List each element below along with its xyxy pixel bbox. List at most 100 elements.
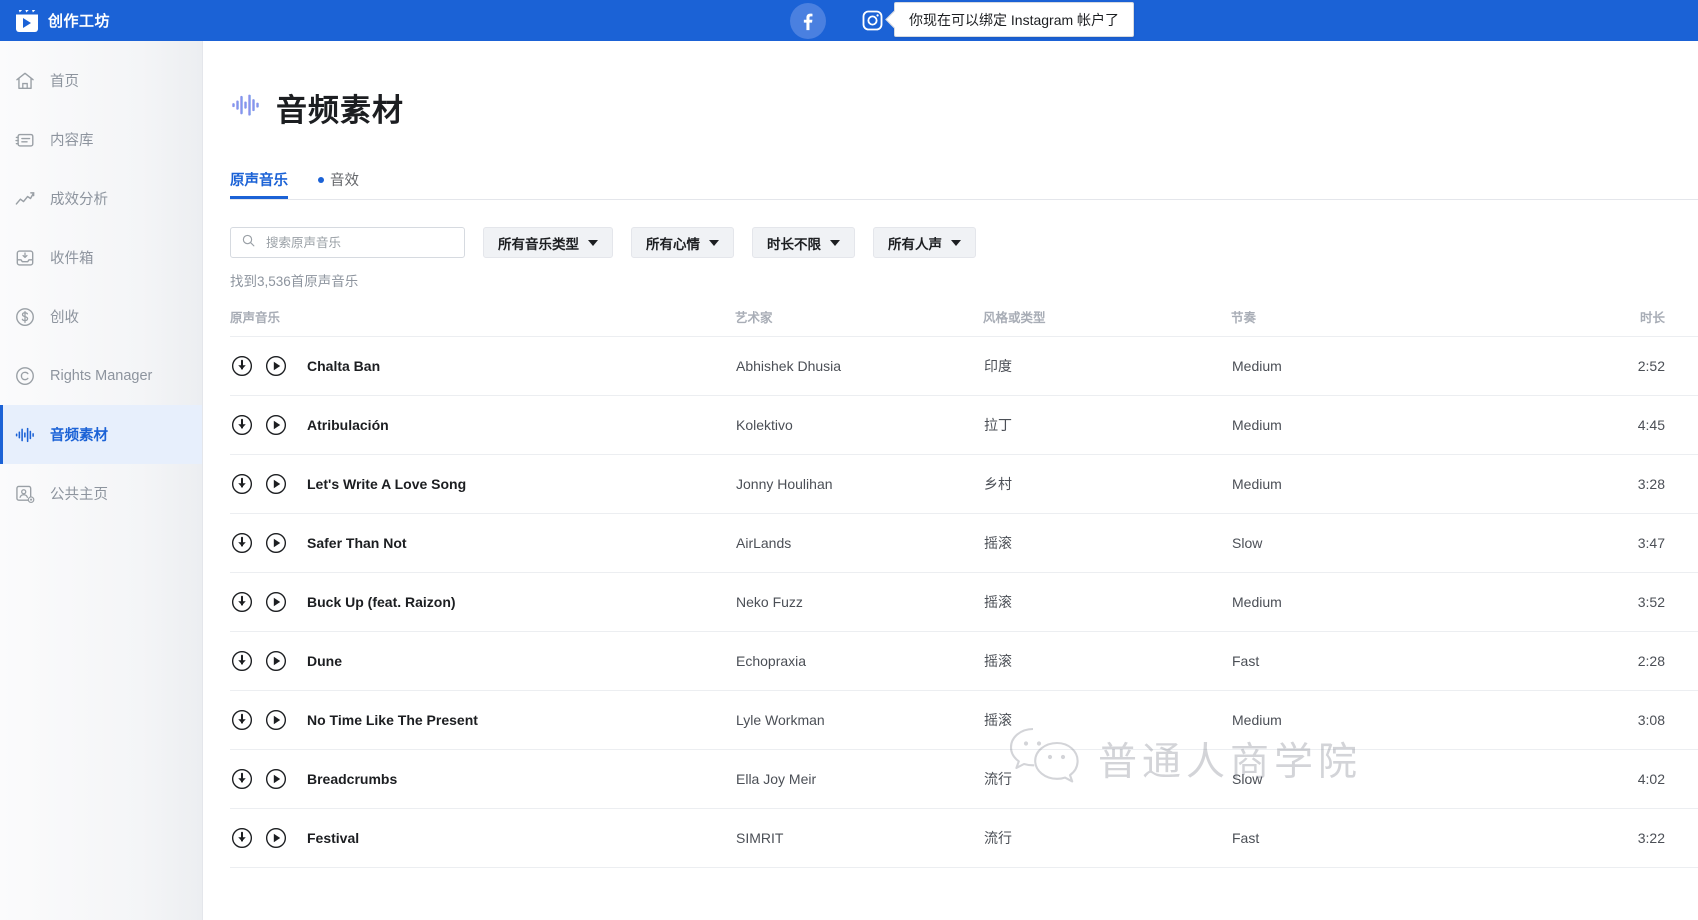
sidebar-item-label: 收件箱 xyxy=(50,251,94,267)
play-circle-icon[interactable] xyxy=(265,473,287,495)
play-circle-icon[interactable] xyxy=(265,768,287,790)
cell-genre: 印度 xyxy=(984,358,1012,374)
play-circle-icon[interactable] xyxy=(265,650,287,672)
copyright-icon xyxy=(14,365,36,387)
play-circle-icon[interactable] xyxy=(265,591,287,613)
track-title: Chalta Ban xyxy=(307,358,381,374)
cell-title: Breadcrumbs xyxy=(230,750,735,809)
social-icons xyxy=(790,0,884,41)
cell-tempo: Fast xyxy=(1232,653,1260,669)
search-input[interactable] xyxy=(264,234,454,251)
cell-duration: 2:28 xyxy=(1637,653,1665,669)
download-circle-icon[interactable] xyxy=(231,532,253,554)
cell-tempo: Medium xyxy=(1232,594,1282,610)
chevron-down-icon xyxy=(830,239,840,246)
audio-waveform-icon xyxy=(14,424,36,446)
search-box[interactable] xyxy=(230,227,465,258)
sidebar: 首页 内容库 成效分析 收件箱 创收 Rights Manager 音频素材 公… xyxy=(0,41,203,920)
filter-vocals[interactable]: 所有人声 xyxy=(873,227,976,258)
sidebar-item-rights-manager[interactable]: Rights Manager xyxy=(0,346,202,405)
track-title: Festival xyxy=(307,830,360,846)
facebook-icon[interactable] xyxy=(790,2,826,39)
cell-genre: 摇滚 xyxy=(984,535,1012,551)
table-row[interactable]: Chalta Ban Abhishek Dhusia 印度 Medium 2:52 xyxy=(230,337,1698,396)
cell-duration: 3:47 xyxy=(1637,535,1665,551)
page-header: 音频素材 xyxy=(203,41,1698,130)
cell-genre: 摇滚 xyxy=(984,712,1012,728)
cell-tempo: Slow xyxy=(1232,535,1263,551)
cell-genre: 摇滚 xyxy=(984,653,1012,669)
download-circle-icon[interactable] xyxy=(231,473,253,495)
sidebar-item-content-library[interactable]: 内容库 xyxy=(0,110,202,169)
table-row[interactable]: Atribulación Kolektivo 拉丁 Medium 4:45 xyxy=(230,396,1698,455)
sidebar-item-monetization[interactable]: 创收 xyxy=(0,287,202,346)
play-circle-icon[interactable] xyxy=(265,827,287,849)
tab-original-music[interactable]: 原声音乐 xyxy=(230,169,288,199)
track-title: Breadcrumbs xyxy=(307,771,398,787)
cell-title: Let's Write A Love Song xyxy=(230,455,735,514)
new-badge-dot xyxy=(318,176,324,183)
sidebar-item-analytics[interactable]: 成效分析 xyxy=(0,169,202,228)
filter-mood[interactable]: 所有心情 xyxy=(631,227,734,258)
sidebar-item-audio-library[interactable]: 音频素材 xyxy=(0,405,202,464)
cell-artist: Echopraxia xyxy=(736,653,807,669)
cell-tempo: Medium xyxy=(1232,476,1282,492)
table-header: 原声音乐 艺术家 风格或类型 节奏 时长 xyxy=(230,307,1698,337)
tab-bar: 原声音乐 音效 xyxy=(230,166,1698,200)
play-circle-icon[interactable] xyxy=(265,709,287,731)
download-circle-icon[interactable] xyxy=(231,768,253,790)
main-content: 音频素材 原声音乐 音效 所有音乐类型 所有心情 时长不限 xyxy=(203,41,1698,920)
cell-title: Atribulación xyxy=(230,396,735,455)
cell-artist: AirLands xyxy=(736,535,792,551)
table-row[interactable]: Festival SIMRIT 流行 Fast 3:22 xyxy=(230,809,1698,868)
instagram-icon[interactable] xyxy=(860,9,884,33)
table-row[interactable]: Safer Than Not AirLands 摇滚 Slow 3:47 xyxy=(230,514,1698,573)
home-icon xyxy=(14,70,36,92)
filter-music-type[interactable]: 所有音乐类型 xyxy=(483,227,613,258)
table-row[interactable]: Dune Echopraxia 摇滚 Fast 2:28 xyxy=(230,632,1698,691)
sidebar-item-label: 创收 xyxy=(50,310,79,326)
download-circle-icon[interactable] xyxy=(231,650,253,672)
result-count: 找到3,536首原声音乐 xyxy=(230,274,359,289)
brand[interactable]: 创作工坊 xyxy=(16,9,110,32)
tab-label: 音效 xyxy=(330,173,359,189)
top-bar: 创作工坊 你现在可以绑定 Instagram 帐户了 xyxy=(0,0,1698,41)
cell-genre: 流行 xyxy=(984,771,1012,787)
tab-sound-effects[interactable]: 音效 xyxy=(318,169,359,199)
play-circle-icon[interactable] xyxy=(265,355,287,377)
filter-label: 所有人声 xyxy=(888,236,942,252)
play-circle-icon[interactable] xyxy=(265,414,287,436)
table-row[interactable]: Buck Up (feat. Raizon) Neko Fuzz 摇滚 Medium 3… xyxy=(230,573,1698,632)
play-circle-icon[interactable] xyxy=(265,532,287,554)
cell-title: Safer Than Not xyxy=(230,514,735,573)
download-circle-icon[interactable] xyxy=(231,827,253,849)
table-row[interactable]: No Time Like The Present Lyle Workman 摇滚 Me… xyxy=(230,691,1698,750)
table-row[interactable]: Breadcrumbs Ella Joy Meir 流行 Slow 4:02 xyxy=(230,750,1698,809)
table-header-row: 原声音乐 艺术家 风格或类型 节奏 时长 xyxy=(230,307,1698,337)
filter-duration[interactable]: 时长不限 xyxy=(752,227,855,258)
search-icon xyxy=(241,233,256,253)
sidebar-item-home[interactable]: 首页 xyxy=(0,51,202,110)
cell-duration: 3:08 xyxy=(1637,712,1665,728)
track-title: Safer Than Not xyxy=(307,535,407,551)
table-row[interactable]: Let's Write A Love Song Jonny Houlihan 乡村 M… xyxy=(230,455,1698,514)
track-title: Atribulación xyxy=(307,417,389,433)
sidebar-item-inbox[interactable]: 收件箱 xyxy=(0,228,202,287)
audio-table: 原声音乐 艺术家 风格或类型 节奏 时长 Chalta Ban Abhishek … xyxy=(230,307,1698,868)
sidebar-item-pages[interactable]: 公共主页 xyxy=(0,464,202,523)
download-circle-icon[interactable] xyxy=(231,414,253,436)
cell-duration: 3:28 xyxy=(1637,476,1665,492)
cell-duration: 4:02 xyxy=(1637,771,1665,787)
column-header-title: 原声音乐 xyxy=(230,311,281,325)
cell-tempo: Fast xyxy=(1232,830,1260,846)
cell-title: Dune xyxy=(230,632,735,691)
download-circle-icon[interactable] xyxy=(231,709,253,731)
inbox-icon xyxy=(14,247,36,269)
download-circle-icon[interactable] xyxy=(231,355,253,377)
analytics-icon xyxy=(14,188,36,210)
chevron-down-icon xyxy=(588,239,598,246)
cell-tempo: Medium xyxy=(1232,712,1282,728)
cell-genre: 流行 xyxy=(984,830,1012,846)
column-header-artist: 艺术家 xyxy=(735,311,773,325)
download-circle-icon[interactable] xyxy=(231,591,253,613)
